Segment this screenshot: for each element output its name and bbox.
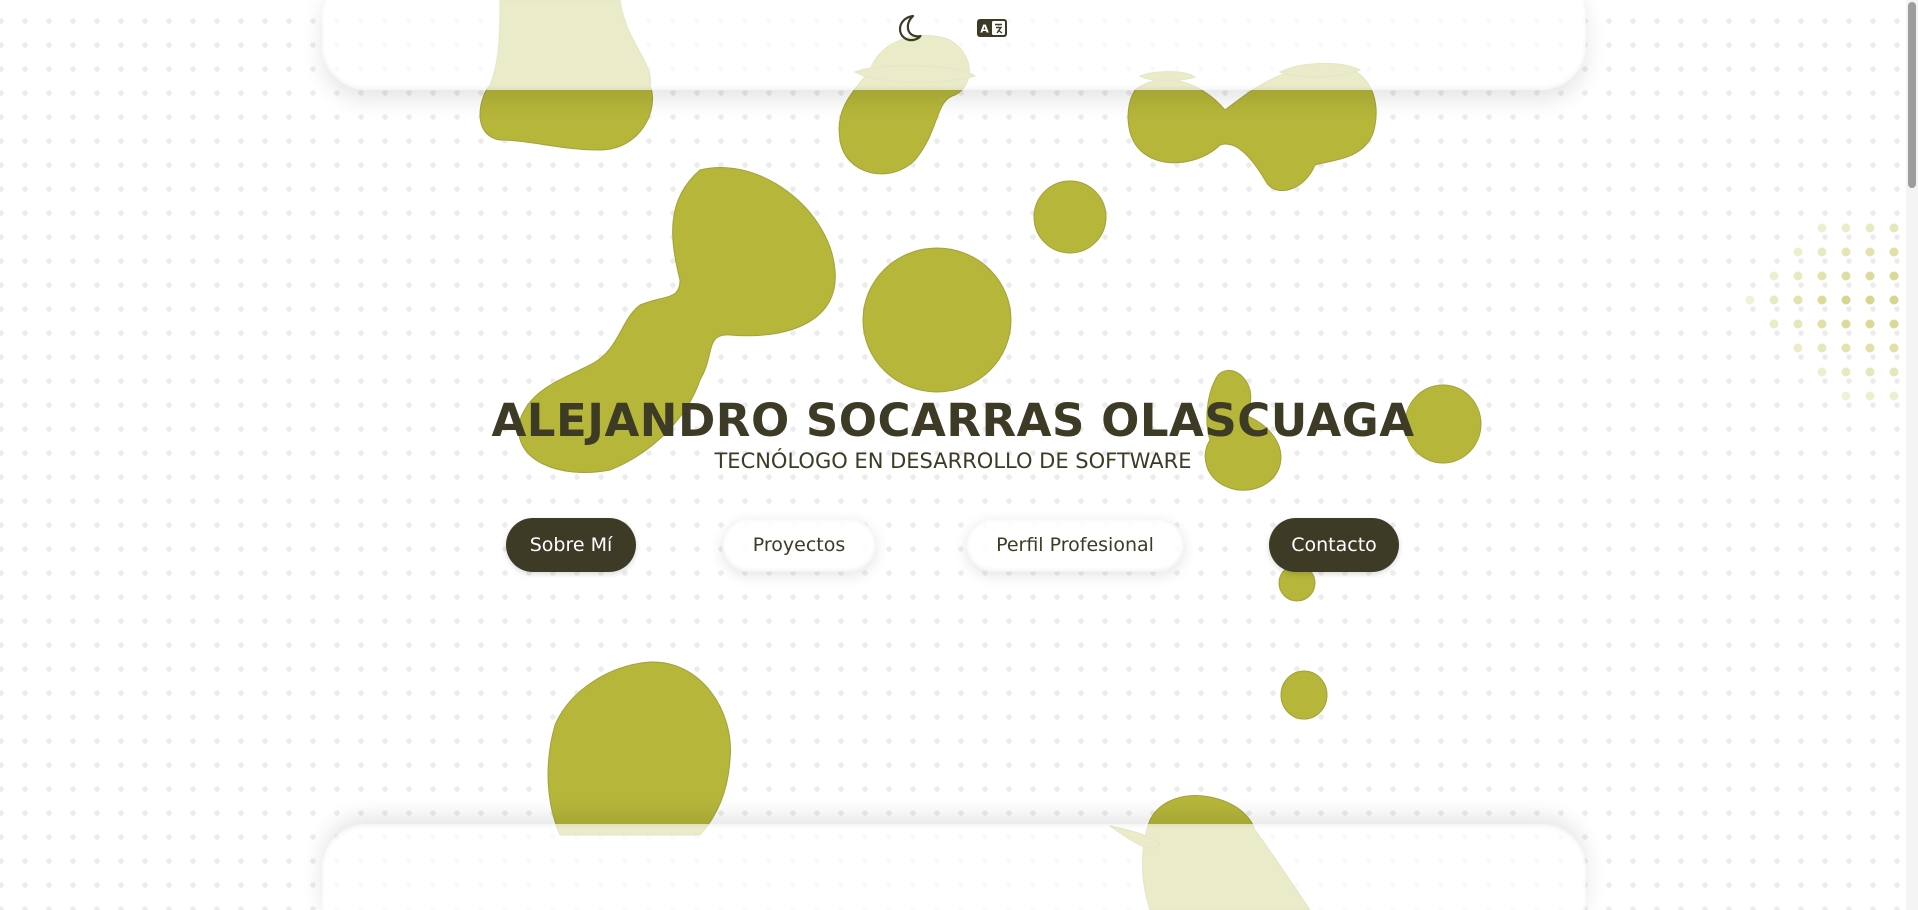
- moon-icon: [898, 14, 922, 42]
- contact-button[interactable]: Contacto: [1269, 518, 1399, 572]
- decorative-dot-cluster: [1745, 223, 1899, 401]
- translate-icon: A: [977, 19, 1007, 37]
- hero-subtitle: TECNÓLOGO EN DESARROLLO DE SOFTWARE: [714, 449, 1192, 473]
- projects-button[interactable]: Proyectos: [722, 518, 876, 572]
- blob: [1033, 180, 1107, 254]
- bottom-navbar: [322, 824, 1586, 910]
- blob: [547, 661, 731, 836]
- page: A ALEJANDRO SOCARRAS OLASCUAGA TECNÓLOGO…: [0, 0, 1918, 910]
- theme-toggle-button[interactable]: [890, 8, 930, 48]
- scrollbar[interactable]: [1906, 0, 1918, 910]
- blob: [862, 247, 1012, 393]
- top-navbar: A: [322, 0, 1586, 90]
- hero-name: ALEJANDRO SOCARRAS OLASCUAGA: [491, 394, 1415, 447]
- scrollbar-thumb[interactable]: [1908, 2, 1916, 188]
- blob: [1280, 670, 1328, 720]
- top-navbar-content: A: [322, 0, 1586, 56]
- language-toggle-button[interactable]: A: [972, 8, 1012, 48]
- svg-text:A: A: [980, 23, 989, 36]
- about-button[interactable]: Sobre Mí: [506, 518, 636, 572]
- profile-button[interactable]: Perfil Profesional: [966, 518, 1184, 572]
